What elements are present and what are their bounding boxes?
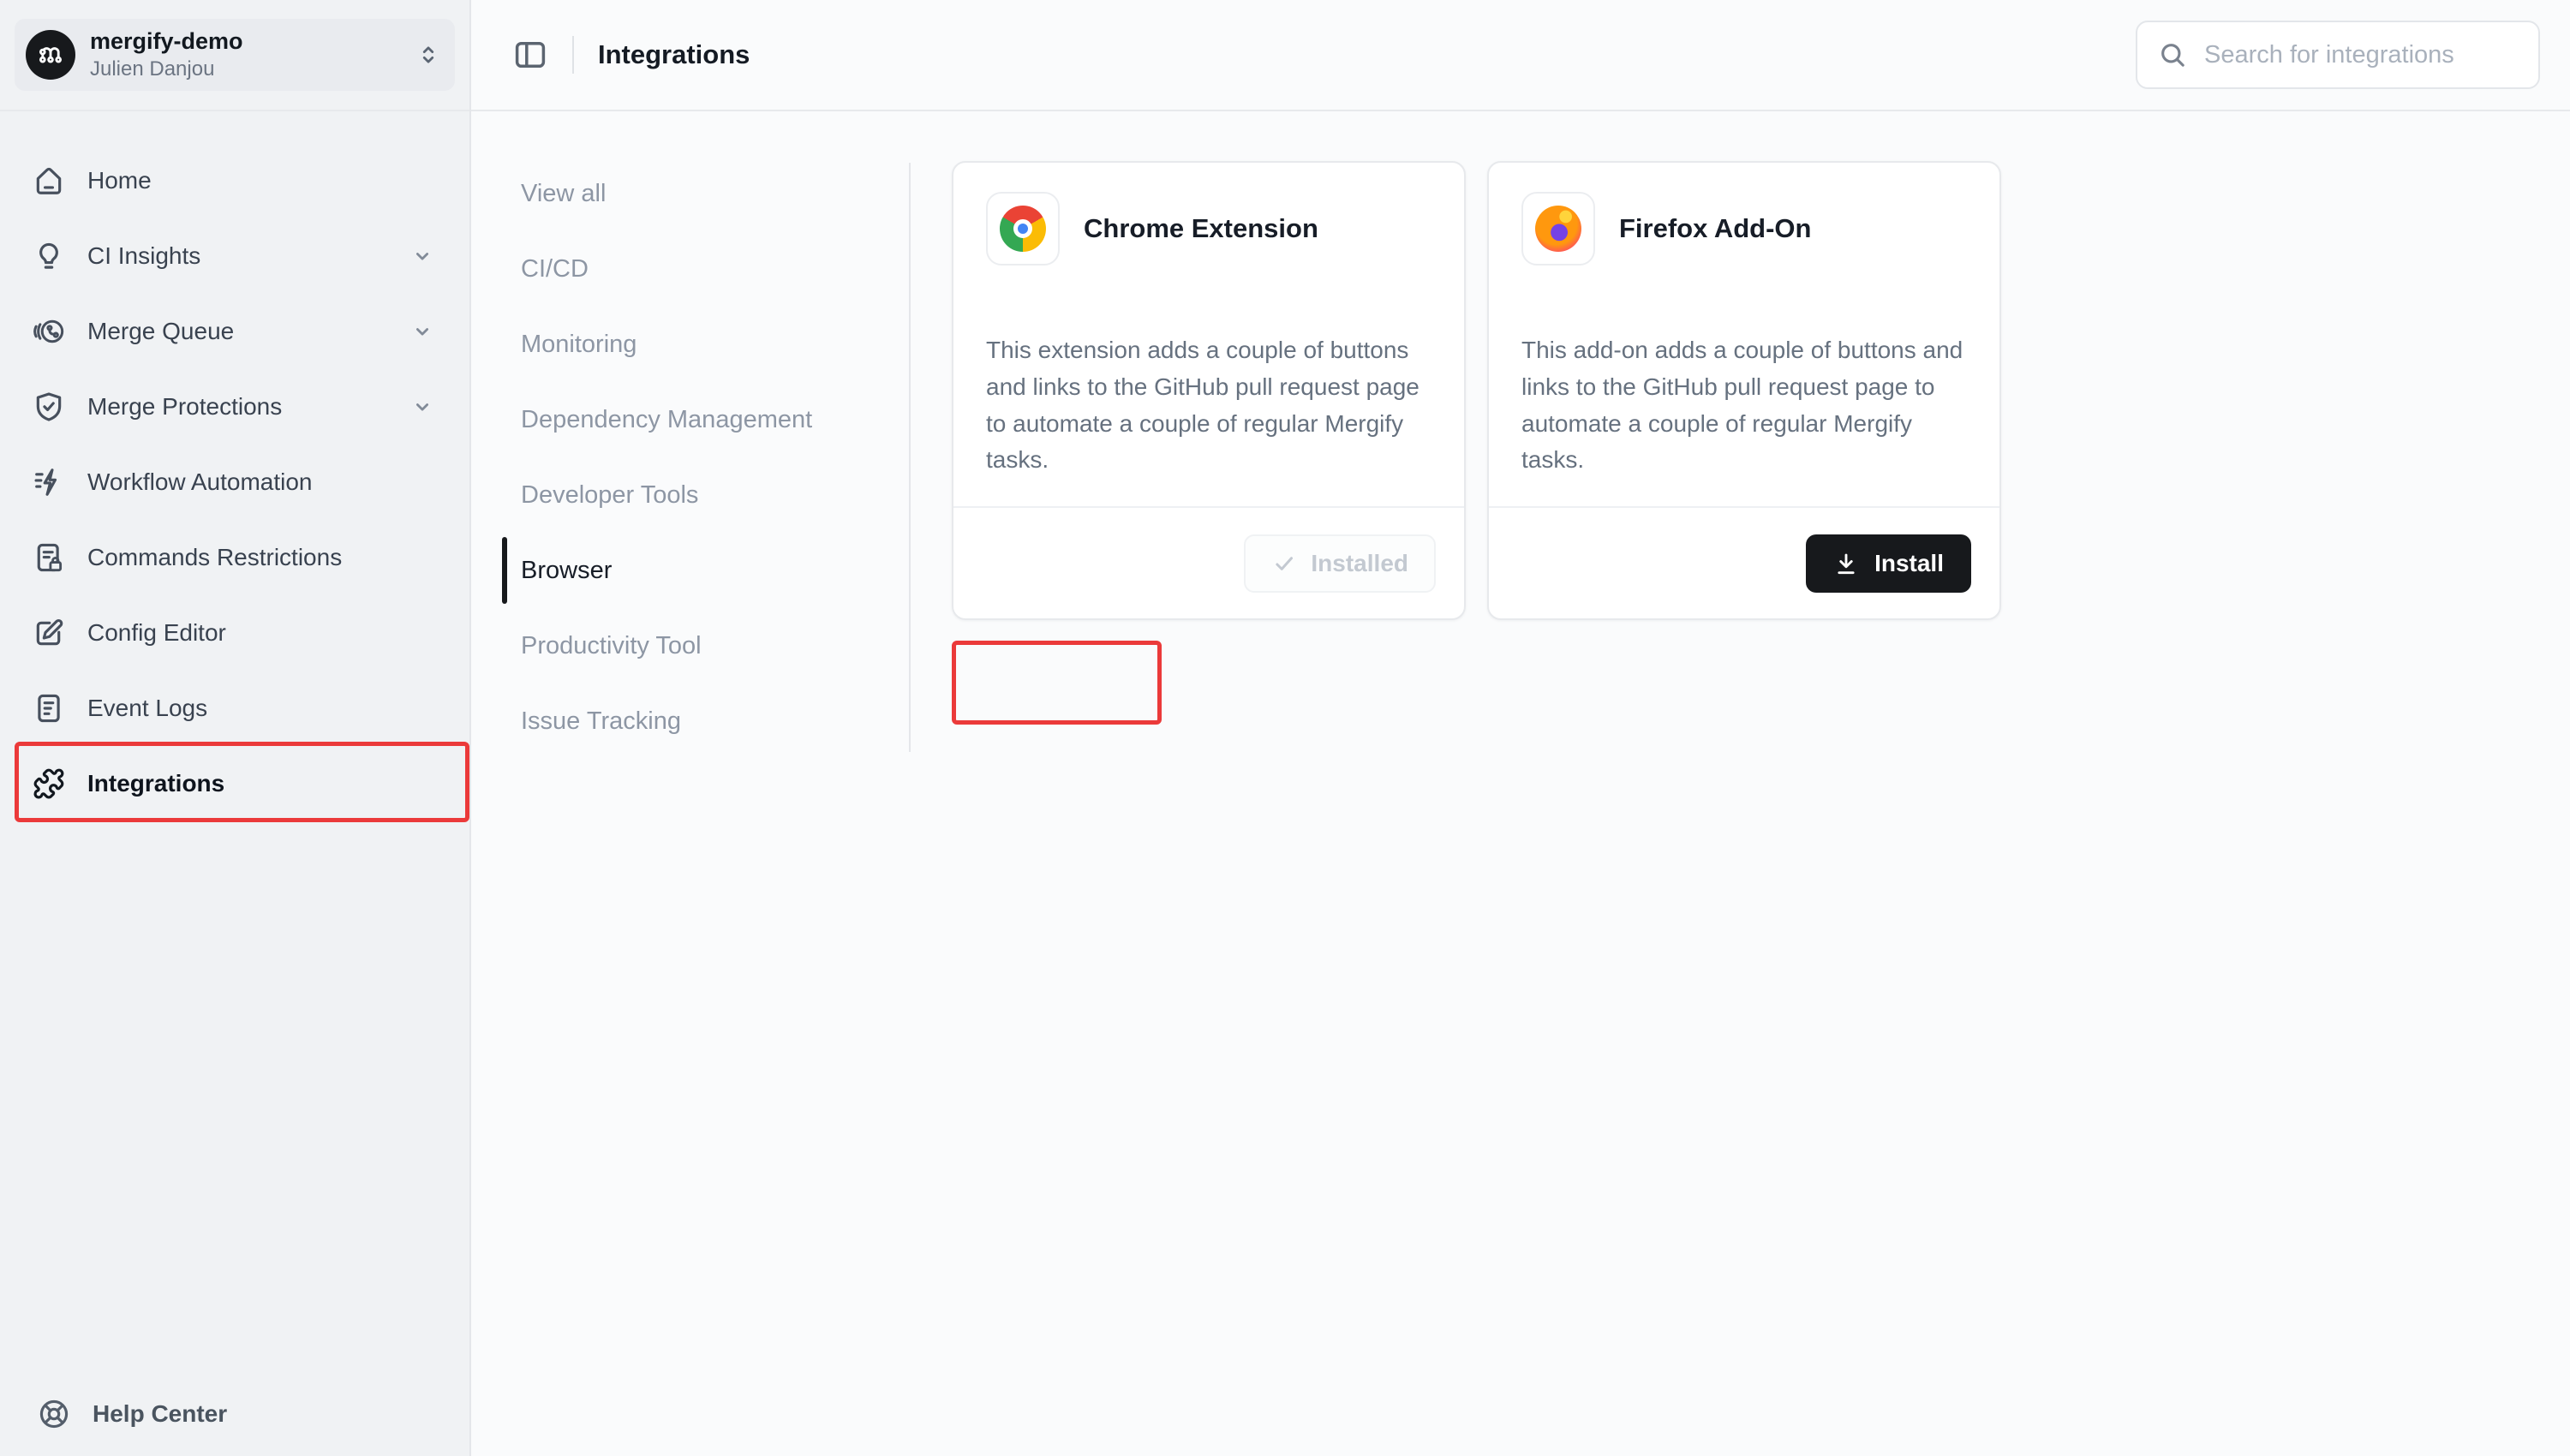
file-lock-icon	[33, 541, 65, 574]
puzzle-icon	[33, 767, 65, 800]
account-user-name: Julien Danjou	[90, 57, 401, 81]
category-browser[interactable]: Browser	[521, 533, 812, 608]
sidebar-item-label: Commands Restrictions	[87, 544, 342, 571]
vertical-divider	[909, 163, 911, 752]
search-box[interactable]	[2136, 21, 2540, 89]
mergify-m-icon	[36, 40, 65, 69]
category-monitoring[interactable]: Monitoring	[521, 307, 812, 382]
chevron-down-icon[interactable]	[409, 243, 435, 269]
chevrons-up-down-icon	[415, 42, 441, 68]
page-title: Integrations	[598, 39, 750, 70]
sidebar-item-merge-protections[interactable]: Merge Protections	[0, 377, 469, 437]
chevron-down-icon[interactable]	[409, 394, 435, 420]
firefox-addon-card: Firefox Add-On This add-on adds a couple…	[1487, 161, 2001, 620]
card-footer: Install	[1489, 506, 1999, 618]
category-list: View all CI/CD Monitoring Dependency Man…	[521, 156, 812, 759]
sidebar-item-label: Merge Protections	[87, 393, 282, 421]
sidebar-item-label: Integrations	[87, 770, 224, 797]
sidebar-item-label: Config Editor	[87, 619, 226, 647]
merge-queue-icon	[33, 315, 65, 348]
sidebar-toggle-icon[interactable]	[512, 37, 548, 73]
square-pen-icon	[33, 617, 65, 649]
category-productivity-tool[interactable]: Productivity Tool	[521, 608, 812, 683]
account-org-name: mergify-demo	[90, 28, 401, 55]
lifebuoy-icon	[38, 1398, 70, 1430]
integrations-content: View all CI/CD Monitoring Dependency Man…	[471, 111, 2570, 1456]
sidebar-item-integrations[interactable]: Integrations	[0, 754, 469, 814]
category-developer-tools[interactable]: Developer Tools	[521, 457, 812, 533]
sidebar: mergify-demo Julien Danjou Home CI Insig…	[0, 0, 471, 1456]
card-footer: Installed	[953, 506, 1464, 618]
installed-label: Installed	[1311, 550, 1408, 577]
search-icon	[2158, 40, 2187, 69]
check-icon	[1271, 551, 1297, 576]
card-title: Chrome Extension	[1084, 213, 1318, 244]
shield-check-icon	[33, 391, 65, 423]
main-area: Integrations View all CI/CD Monitoring D…	[471, 0, 2570, 1456]
sidebar-item-commands-restrictions[interactable]: Commands Restrictions	[0, 528, 469, 588]
account-switcher[interactable]: mergify-demo Julien Danjou	[15, 19, 455, 91]
lightbulb-icon	[33, 240, 65, 272]
sidebar-item-label: Home	[87, 167, 152, 194]
search-input[interactable]	[2202, 40, 2529, 70]
sidebar-item-ci-insights[interactable]: CI Insights	[0, 226, 469, 286]
card-title: Firefox Add-On	[1619, 213, 1811, 244]
sidebar-item-home[interactable]: Home	[0, 151, 469, 211]
sidebar-nav: Home CI Insights Merge Queue	[0, 151, 469, 829]
home-icon	[33, 164, 65, 197]
integration-cards: Chrome Extension This extension adds a c…	[952, 161, 2001, 620]
sidebar-item-event-logs[interactable]: Event Logs	[0, 678, 469, 738]
sidebar-item-config-editor[interactable]: Config Editor	[0, 603, 469, 663]
sidebar-item-label: Workflow Automation	[87, 468, 313, 496]
sidebar-item-workflow-automation[interactable]: Workflow Automation	[0, 452, 469, 512]
chrome-logo-box	[986, 192, 1060, 266]
header-divider	[572, 36, 574, 74]
zap-icon	[33, 466, 65, 498]
page-header: Integrations	[471, 0, 2570, 111]
card-description: This add-on adds a couple of buttons and…	[1521, 332, 1963, 479]
sidebar-item-label: Merge Queue	[87, 318, 234, 345]
chevron-down-icon[interactable]	[409, 319, 435, 344]
download-icon	[1833, 551, 1859, 576]
active-category-indicator	[502, 537, 507, 604]
install-button[interactable]: Install	[1806, 534, 1971, 593]
mergify-logo-avatar	[26, 30, 75, 80]
sidebar-item-label: CI Insights	[87, 242, 200, 270]
category-issue-tracking[interactable]: Issue Tracking	[521, 683, 812, 759]
sidebar-item-merge-queue[interactable]: Merge Queue	[0, 301, 469, 361]
account-names: mergify-demo Julien Danjou	[90, 28, 401, 81]
install-label: Install	[1874, 550, 1944, 577]
firefox-logo-box	[1521, 192, 1595, 266]
sidebar-header: mergify-demo Julien Danjou	[0, 0, 469, 111]
help-center-label: Help Center	[93, 1400, 227, 1428]
category-dependency-management[interactable]: Dependency Management	[521, 382, 812, 457]
category-view-all[interactable]: View all	[521, 156, 812, 231]
file-text-icon	[33, 692, 65, 725]
firefox-icon	[1535, 206, 1581, 252]
sidebar-item-label: Event Logs	[87, 695, 207, 722]
chrome-extension-card: Chrome Extension This extension adds a c…	[952, 161, 1466, 620]
help-center-link[interactable]: Help Center	[38, 1398, 227, 1430]
category-ci-cd[interactable]: CI/CD	[521, 231, 812, 307]
installed-button[interactable]: Installed	[1244, 534, 1436, 593]
chrome-icon	[1000, 206, 1046, 252]
card-description: This extension adds a couple of buttons …	[986, 332, 1428, 479]
